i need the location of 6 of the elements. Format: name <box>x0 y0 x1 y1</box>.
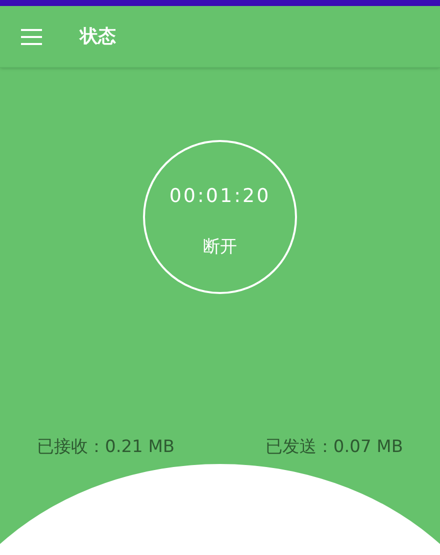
disconnect-button[interactable]: 断开 <box>195 234 245 260</box>
traffic-stat: 已接收：0.21 MB <box>37 436 175 459</box>
elapsed-time: 00:01:20 <box>169 184 271 209</box>
menu-icon[interactable] <box>21 28 42 44</box>
traffic-stat: 已发送：0.07 MB <box>265 436 403 459</box>
screen-title: 状态 <box>80 25 116 49</box>
